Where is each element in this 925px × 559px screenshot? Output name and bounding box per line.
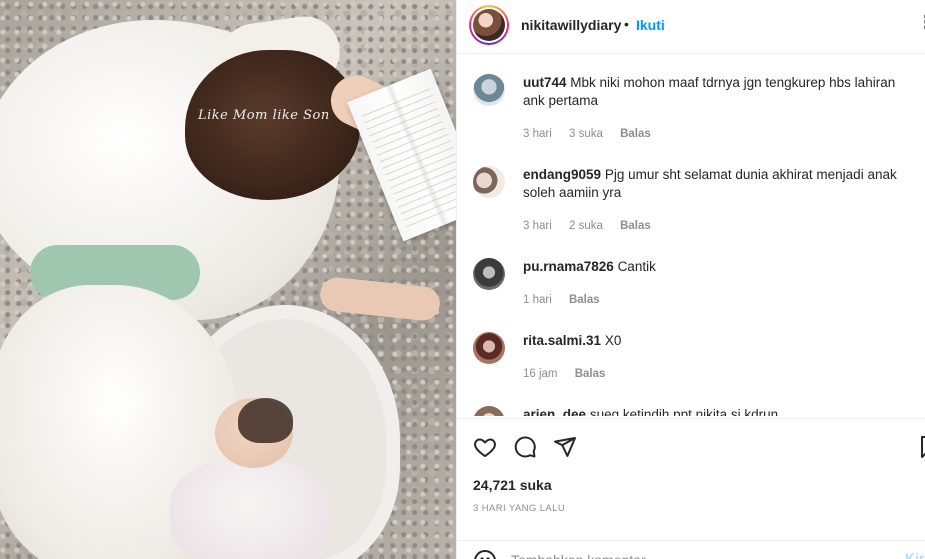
- photo-hair: [185, 50, 360, 200]
- reply-button[interactable]: Balas: [620, 128, 651, 140]
- comment-meta: 1 hari Balas: [523, 294, 614, 306]
- comment-avatar[interactable]: [473, 258, 505, 290]
- comment-body: arien_dee sueg ketindih ppt nikita si kd…: [523, 406, 918, 416]
- post-comment-button[interactable]: Kirim: [905, 550, 925, 559]
- paper-plane-icon[interactable]: [553, 435, 577, 464]
- add-comment-bar: Kirim: [457, 540, 925, 559]
- comment-text: sueg ketindih ppt nikita si kdrun: [589, 407, 779, 416]
- comment-likes[interactable]: 2 suka: [569, 220, 603, 232]
- comment-meta: 3 hari 2 suka Balas: [523, 220, 665, 232]
- post-photo[interactable]: Like Mom like Son: [0, 0, 456, 559]
- post-side-panel: nikitawillydiary • Ikuti ⋮ uut744 Mbk ni…: [456, 0, 925, 559]
- comment-avatar[interactable]: [473, 166, 505, 198]
- comment-username[interactable]: pu.rnama7826: [523, 259, 614, 274]
- comment-likes[interactable]: 3 suka: [569, 128, 603, 140]
- photo-watermark: Like Mom like Son: [198, 108, 330, 123]
- likes-count[interactable]: 24,721 suka: [473, 477, 552, 493]
- avatar[interactable]: [469, 5, 509, 45]
- reply-button[interactable]: Balas: [620, 220, 651, 232]
- comment-bubble-icon[interactable]: [513, 435, 537, 464]
- comment-avatar[interactable]: [473, 74, 505, 106]
- bookmark-icon[interactable]: [917, 435, 925, 464]
- comment-username[interactable]: arien_dee: [523, 407, 586, 416]
- comment-time: 3 hari: [523, 128, 552, 140]
- comment-time: 1 hari: [523, 294, 552, 306]
- post-time-ago: 3 HARI YANG LALU: [473, 503, 566, 514]
- comment-avatar[interactable]: [473, 332, 505, 364]
- comment-username[interactable]: rita.salmi.31: [523, 333, 601, 348]
- comment-body: endang9059 Pjg umur sht selamat dunia ak…: [523, 166, 918, 202]
- post-actions: 24,721 suka 3 HARI YANG LALU Kirim: [457, 418, 925, 559]
- photo-arm: [318, 275, 442, 323]
- photo-swaddle: [170, 460, 330, 559]
- comment-text: Mbk niki mohon maaf tdrnya jgn tengkurep…: [523, 75, 896, 108]
- comments-list[interactable]: uut744 Mbk niki mohon maaf tdrnya jgn te…: [457, 54, 925, 416]
- comment-text: Cantik: [617, 259, 656, 274]
- comment-meta: 3 hari 3 suka Balas: [523, 128, 665, 140]
- follow-button[interactable]: Ikuti: [636, 17, 665, 33]
- comment-body: rita.salmi.31 X0: [523, 332, 918, 350]
- more-dots-icon[interactable]: ⋮: [917, 12, 925, 33]
- comment-username[interactable]: endang9059: [523, 167, 601, 182]
- photo-book: [347, 68, 456, 242]
- reply-button[interactable]: Balas: [575, 368, 606, 380]
- comment-text: X0: [604, 333, 622, 348]
- reply-button[interactable]: Balas: [569, 294, 600, 306]
- comment-time: 3 hari: [523, 220, 552, 232]
- smiley-icon[interactable]: [473, 549, 497, 559]
- comment-body: uut744 Mbk niki mohon maaf tdrnya jgn te…: [523, 74, 918, 110]
- heart-icon[interactable]: [473, 435, 497, 464]
- comment-time: 16 jam: [523, 368, 558, 380]
- comment-username[interactable]: uut744: [523, 75, 567, 90]
- avatar-image: [473, 9, 505, 41]
- comment-body: pu.rnama7826 Cantik: [523, 258, 918, 276]
- post-header: nikitawillydiary • Ikuti ⋮: [457, 0, 925, 54]
- post-username[interactable]: nikitawillydiary: [521, 17, 621, 33]
- header-separator: •: [624, 16, 629, 32]
- comment-meta: 16 jam Balas: [523, 368, 619, 380]
- photo-baby-hair: [238, 398, 293, 443]
- comment-avatar[interactable]: [473, 406, 505, 416]
- comment-input[interactable]: [511, 547, 871, 559]
